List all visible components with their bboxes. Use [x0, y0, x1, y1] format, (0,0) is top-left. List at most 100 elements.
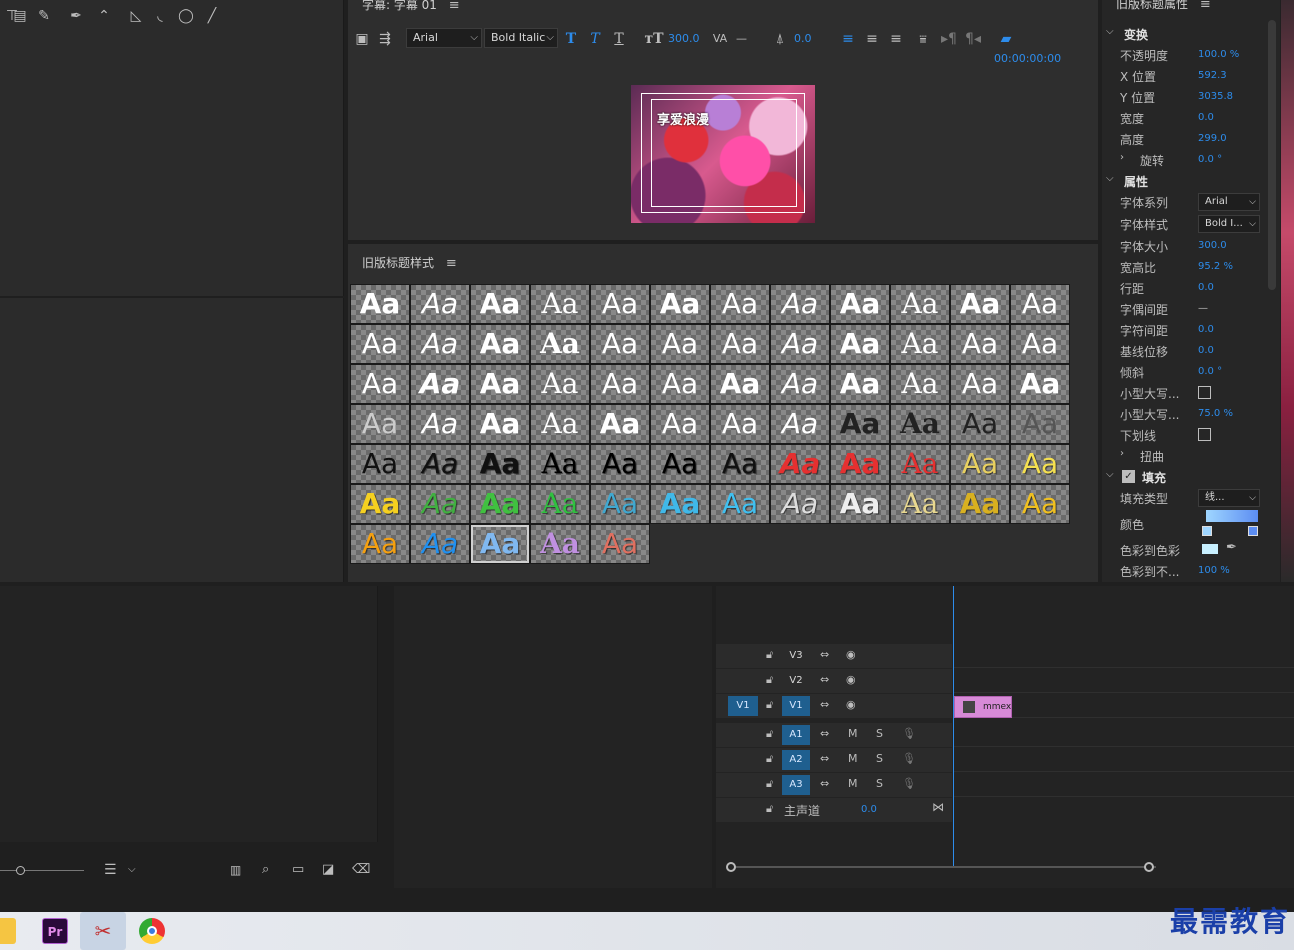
master-volume[interactable]: 0.0	[861, 804, 877, 815]
style-swatch[interactable]: Aa	[590, 444, 650, 484]
font-size-value[interactable]: 300.0	[668, 32, 700, 45]
eye-icon[interactable]: ◉	[846, 648, 856, 661]
style-swatch[interactable]: Aa	[410, 284, 470, 324]
underline-icon[interactable]: T	[610, 30, 628, 48]
prop-value[interactable]: 100 %	[1198, 565, 1230, 576]
style-swatch[interactable]: Aa	[950, 324, 1010, 364]
microphone-icon[interactable]: 🎙︎	[902, 727, 916, 740]
style-swatch[interactable]: Aa	[890, 284, 950, 324]
track-target[interactable]: A2	[782, 750, 810, 770]
style-swatch[interactable]: Aa	[1010, 324, 1070, 364]
title-preview[interactable]: 享爱浪漫	[631, 85, 815, 223]
style-swatch[interactable]: Aa	[530, 484, 590, 524]
style-swatch[interactable]: Aa	[530, 364, 590, 404]
lock-icon[interactable]: 🔓︎	[766, 673, 773, 687]
mute-button[interactable]: M	[848, 752, 858, 765]
style-swatch[interactable]: Aa	[410, 324, 470, 364]
line-tool-icon[interactable]: ╱	[202, 6, 222, 26]
file-explorer-icon[interactable]	[0, 918, 16, 944]
style-swatch[interactable]: Aa	[650, 324, 710, 364]
ellipse-tool-icon[interactable]: ◯	[176, 6, 196, 26]
track-lane[interactable]	[954, 748, 1294, 772]
lock-icon[interactable]: 🔓︎	[766, 727, 773, 741]
prop-value[interactable]: 0.0 °	[1198, 366, 1222, 377]
track-target[interactable]: V2	[782, 671, 810, 691]
style-swatch[interactable]: Aa	[470, 404, 530, 444]
style-swatch[interactable]: Aa	[770, 324, 830, 364]
track-lane[interactable]	[954, 644, 1294, 668]
gradient-stop-left[interactable]	[1202, 526, 1212, 536]
style-swatch[interactable]: Aa	[650, 284, 710, 324]
track-lane[interactable]	[954, 669, 1294, 693]
style-swatch[interactable]: Aa	[350, 484, 410, 524]
timeline-clip[interactable]: mmex	[954, 696, 1012, 718]
go-to-edge-icon[interactable]: ⋈	[932, 800, 944, 814]
track-target[interactable]: V1	[782, 696, 810, 716]
align-center-icon[interactable]: ≡	[864, 30, 880, 48]
style-swatch[interactable]: Aa	[950, 284, 1010, 324]
solo-button[interactable]: S	[876, 777, 883, 790]
prop-value[interactable]: 300.0	[1198, 240, 1227, 251]
search-icon[interactable]: ⌕	[262, 862, 269, 877]
color-stop-swatch[interactable]	[1202, 544, 1218, 554]
mute-button[interactable]: M	[848, 727, 858, 740]
premiere-pro-icon[interactable]: Pr	[42, 918, 68, 944]
section-transform[interactable]: ⌵ 变换	[1102, 24, 1280, 44]
zoom-slider-track[interactable]	[0, 870, 84, 871]
style-swatch[interactable]: Aa	[470, 364, 530, 404]
style-swatch[interactable]: Aa	[770, 444, 830, 484]
style-swatch[interactable]: Aa	[890, 364, 950, 404]
style-swatch[interactable]: Aa	[770, 364, 830, 404]
style-swatch[interactable]: Aa	[590, 284, 650, 324]
lock-icon[interactable]: 🔓︎	[766, 752, 773, 766]
style-swatch[interactable]: Aa	[590, 324, 650, 364]
prop-value[interactable]: 299.0	[1198, 133, 1227, 144]
prop-value[interactable]: 592.3	[1198, 70, 1227, 81]
sync-lock-icon[interactable]: ⇔	[820, 727, 829, 740]
style-swatch[interactable]: Aa	[710, 284, 770, 324]
style-swatch[interactable]: Aa	[650, 484, 710, 524]
prop-value[interactable]: 0.0	[1198, 345, 1214, 356]
trash-icon[interactable]: ⌫	[352, 862, 370, 877]
section-fill[interactable]: ⌵ ✓ 填充	[1102, 467, 1280, 487]
automate-icon[interactable]: ▥	[230, 863, 241, 877]
prop-value[interactable]: 95.2 %	[1198, 261, 1233, 272]
style-swatch[interactable]: Aa	[950, 444, 1010, 484]
style-swatch[interactable]: Aa	[770, 284, 830, 324]
style-swatch[interactable]: Aa	[350, 364, 410, 404]
fill-type-dropdown[interactable]: 线... ⌵	[1198, 489, 1260, 507]
style-swatch[interactable]: Aa	[1010, 484, 1070, 524]
style-swatch[interactable]: Aa	[470, 524, 530, 564]
style-swatch[interactable]: Aa	[410, 484, 470, 524]
style-swatch[interactable]: Aa	[890, 444, 950, 484]
style-swatch[interactable]: Aa	[590, 404, 650, 444]
style-swatch[interactable]: Aa	[830, 444, 890, 484]
sync-lock-icon[interactable]: ⇔	[820, 648, 829, 661]
scroll-handle-left[interactable]	[726, 862, 736, 872]
eye-icon[interactable]: ◉	[846, 698, 856, 711]
panel-menu-icon[interactable]: ≡	[449, 0, 460, 13]
track-target[interactable]: V3	[782, 646, 810, 666]
show-background-icon[interactable]: ▰	[996, 30, 1016, 48]
font-family-dropdown[interactable]: Arial ⌵	[406, 28, 482, 48]
underline-checkbox[interactable]	[1198, 428, 1211, 441]
style-swatch[interactable]: Aa	[470, 324, 530, 364]
style-swatch[interactable]: Aa	[650, 404, 710, 444]
tab-stops-icon[interactable]: ⇶	[376, 30, 394, 48]
chrome-icon[interactable]	[139, 918, 165, 944]
zoom-slider-handle[interactable]	[16, 866, 25, 875]
style-swatch[interactable]: Aa	[830, 484, 890, 524]
sync-lock-icon[interactable]: ⇔	[820, 698, 829, 711]
source-patch[interactable]: V1	[728, 696, 758, 716]
style-swatch[interactable]: Aa	[530, 404, 590, 444]
style-swatch[interactable]: Aa	[470, 484, 530, 524]
prop-value[interactable]: 0.0	[1198, 112, 1214, 123]
tab-icon[interactable]: ⩸	[914, 30, 932, 48]
style-swatch[interactable]: Aa	[950, 484, 1010, 524]
style-swatch[interactable]: Aa	[350, 284, 410, 324]
style-swatch[interactable]: Aa	[770, 484, 830, 524]
scroll-handle-right[interactable]	[1144, 862, 1154, 872]
style-swatch[interactable]: Aa	[710, 404, 770, 444]
microphone-icon[interactable]: 🎙︎	[902, 752, 916, 765]
style-swatch[interactable]: Aa	[830, 324, 890, 364]
